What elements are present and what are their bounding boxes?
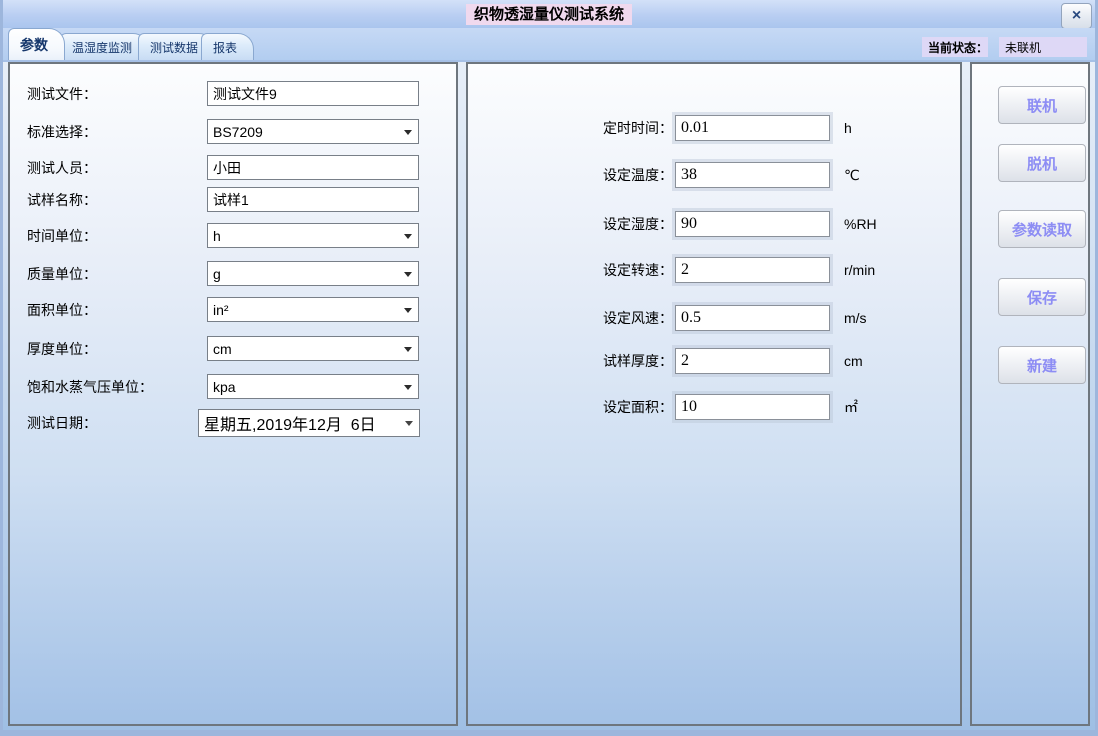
timer-unit: h <box>844 120 852 136</box>
form-row: 定时时间： 0.01 h <box>468 115 960 141</box>
vapor-pressure-unit-select[interactable]: kpa <box>207 374 419 399</box>
tab-parameters[interactable]: 参数 <box>8 28 65 60</box>
form-row: 设定风速： 0.5 m/s <box>468 305 960 331</box>
close-icon: × <box>1072 7 1081 25</box>
chevron-down-icon <box>404 347 412 352</box>
status-label: 当前状态： <box>922 37 988 57</box>
test-date-picker[interactable]: 星期五,2019年12月 6日 <box>198 409 420 437</box>
sample-thickness-label: 试样厚度： <box>508 351 673 371</box>
time-unit-select[interactable]: h <box>207 223 419 248</box>
form-row: 时间单位： h <box>10 223 456 248</box>
tester-input[interactable]: 小田 <box>207 155 419 180</box>
connect-button[interactable]: 联机 <box>998 86 1086 124</box>
form-row: 饱和水蒸气压单位： kpa <box>10 374 456 399</box>
tester-label: 测试人员： <box>27 158 97 178</box>
status-badge: 未联机 <box>999 37 1087 57</box>
close-button[interactable]: × <box>1061 3 1092 29</box>
temperature-label: 设定温度： <box>508 165 673 185</box>
temperature-input[interactable]: 38 <box>675 162 830 188</box>
time-unit-label: 时间单位： <box>27 226 97 246</box>
set-area-input[interactable]: 10 <box>675 394 830 420</box>
sample-thickness-unit: cm <box>844 353 863 369</box>
form-row: 测试人员： 小田 <box>10 155 456 180</box>
form-row: 标准选择： BS7209 <box>10 119 456 144</box>
form-row: 设定转速： 2 r/min <box>468 257 960 283</box>
wind-speed-label: 设定风速： <box>508 308 673 328</box>
sample-thickness-input[interactable]: 2 <box>675 348 830 374</box>
sample-name-label: 试样名称： <box>27 190 97 210</box>
humidity-unit: %RH <box>844 216 877 232</box>
chevron-down-icon <box>404 234 412 239</box>
settings-panel: 定时时间： 0.01 h 设定温度： 38 ℃ 设定湿度： 90 %RH 设定转… <box>466 62 962 726</box>
wind-speed-input[interactable]: 0.5 <box>675 305 830 331</box>
vapor-pressure-unit-label: 饱和水蒸气压单位： <box>27 377 153 397</box>
parameters-panel: 测试文件： 测试文件9 标准选择： BS7209 测试人员： 小田 试样名称： … <box>8 62 458 726</box>
timer-label: 定时时间： <box>508 118 673 138</box>
test-date-label: 测试日期： <box>27 413 97 433</box>
test-file-label: 测试文件： <box>27 84 97 104</box>
form-row: 设定湿度： 90 %RH <box>468 211 960 237</box>
humidity-input[interactable]: 90 <box>675 211 830 237</box>
set-area-label: 设定面积： <box>508 397 673 417</box>
form-row: 测试日期： 星期五,2019年12月 6日 <box>10 410 456 435</box>
temperature-unit: ℃ <box>844 167 860 184</box>
chevron-down-icon <box>404 130 412 135</box>
set-area-unit: ㎡ <box>844 397 858 417</box>
area-unit-label: 面积单位： <box>27 300 97 320</box>
app-window: 织物透湿量仪测试系统 × 参数 温湿度监测 测试数据 报表 当前状态： 未联机 … <box>0 0 1098 736</box>
form-row: 面积单位： in² <box>10 297 456 322</box>
new-button[interactable]: 新建 <box>998 346 1086 384</box>
sample-name-input[interactable]: 试样1 <box>207 187 419 212</box>
form-row: 试样厚度： 2 cm <box>468 348 960 374</box>
disconnect-button[interactable]: 脱机 <box>998 144 1086 182</box>
thickness-unit-label: 厚度单位： <box>27 339 97 359</box>
rotation-speed-input[interactable]: 2 <box>675 257 830 283</box>
read-params-button[interactable]: 参数读取 <box>998 210 1086 248</box>
form-row: 试样名称： 试样1 <box>10 187 456 212</box>
mass-unit-select[interactable]: g <box>207 261 419 286</box>
area-unit-select[interactable]: in² <box>207 297 419 322</box>
form-row: 测试文件： 测试文件9 <box>10 81 456 106</box>
chevron-down-icon <box>405 421 413 426</box>
form-row: 设定面积： 10 ㎡ <box>468 394 960 420</box>
title-bar: 织物透湿量仪测试系统 × <box>0 0 1098 28</box>
chevron-down-icon <box>404 308 412 313</box>
timer-input[interactable]: 0.01 <box>675 115 830 141</box>
form-row: 厚度单位： cm <box>10 336 456 361</box>
thickness-unit-select[interactable]: cm <box>207 336 419 361</box>
test-file-input[interactable]: 测试文件9 <box>207 81 419 106</box>
standard-select[interactable]: BS7209 <box>207 119 419 144</box>
tab-strip: 参数 温湿度监测 测试数据 报表 当前状态： 未联机 <box>0 28 1098 62</box>
standard-label: 标准选择： <box>27 122 97 142</box>
rotation-speed-unit: r/min <box>844 262 875 278</box>
tab-temp-humidity-monitor[interactable]: 温湿度监测 <box>60 33 149 60</box>
tab-report[interactable]: 报表 <box>201 33 254 60</box>
humidity-label: 设定湿度： <box>508 214 673 234</box>
chevron-down-icon <box>404 385 412 390</box>
form-row: 设定温度： 38 ℃ <box>468 162 960 188</box>
window-title: 织物透湿量仪测试系统 <box>466 4 632 25</box>
form-row: 质量单位： g <box>10 261 456 286</box>
chevron-down-icon <box>404 272 412 277</box>
save-button[interactable]: 保存 <box>998 278 1086 316</box>
mass-unit-label: 质量单位： <box>27 264 97 284</box>
wind-speed-unit: m/s <box>844 310 867 326</box>
actions-panel: 联机 脱机 参数读取 保存 新建 <box>970 62 1090 726</box>
rotation-speed-label: 设定转速： <box>508 260 673 280</box>
